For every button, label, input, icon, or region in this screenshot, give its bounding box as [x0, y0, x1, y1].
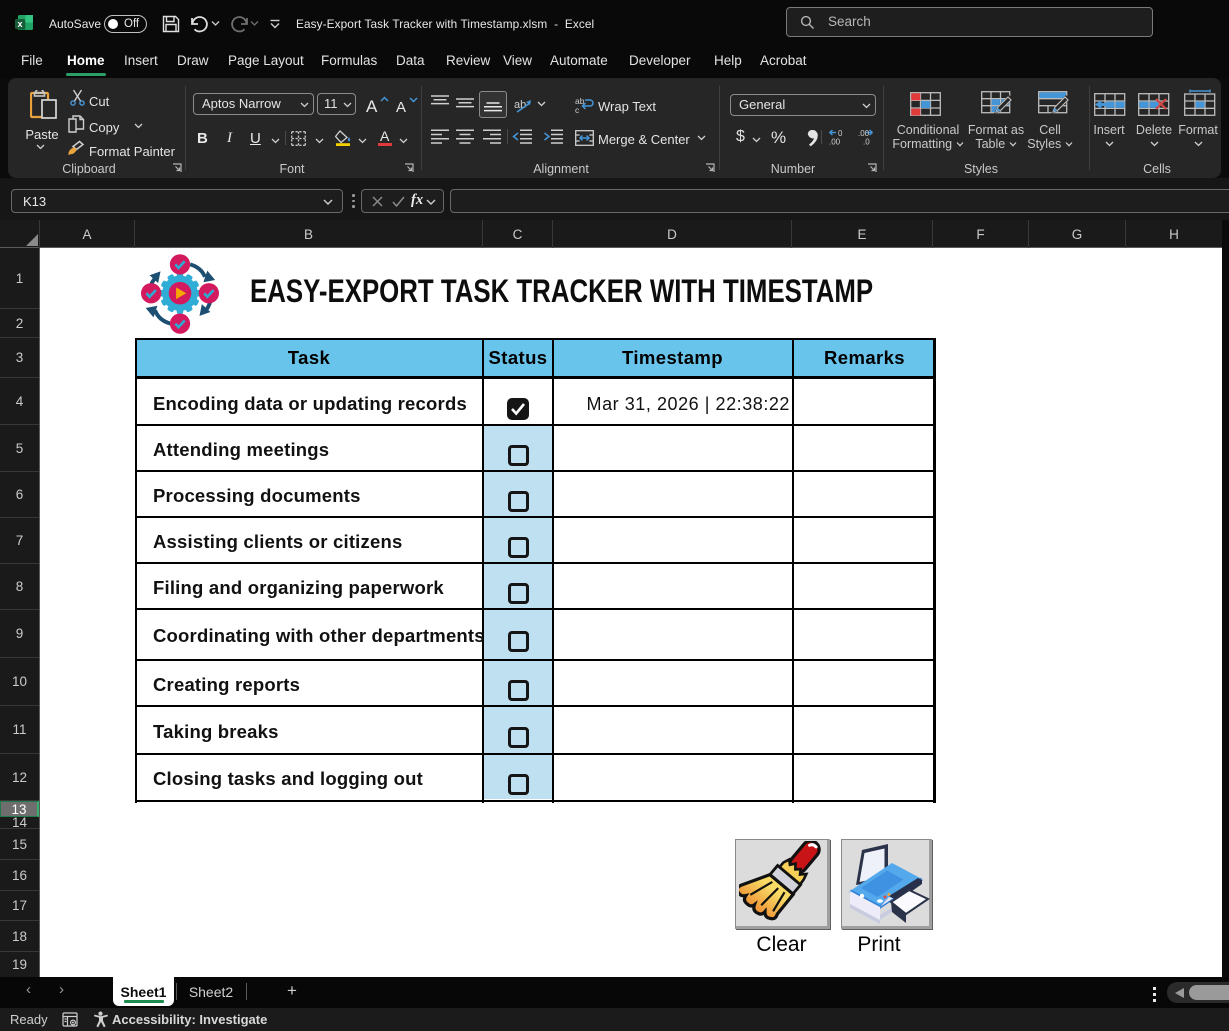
svg-text:c: c — [575, 105, 580, 114]
svg-text:x: x — [17, 19, 22, 29]
svg-text:A: A — [396, 99, 406, 114]
svg-text:.00: .00 — [829, 138, 841, 146]
svg-text:A: A — [366, 97, 378, 114]
svg-text:.0: .0 — [863, 138, 870, 146]
